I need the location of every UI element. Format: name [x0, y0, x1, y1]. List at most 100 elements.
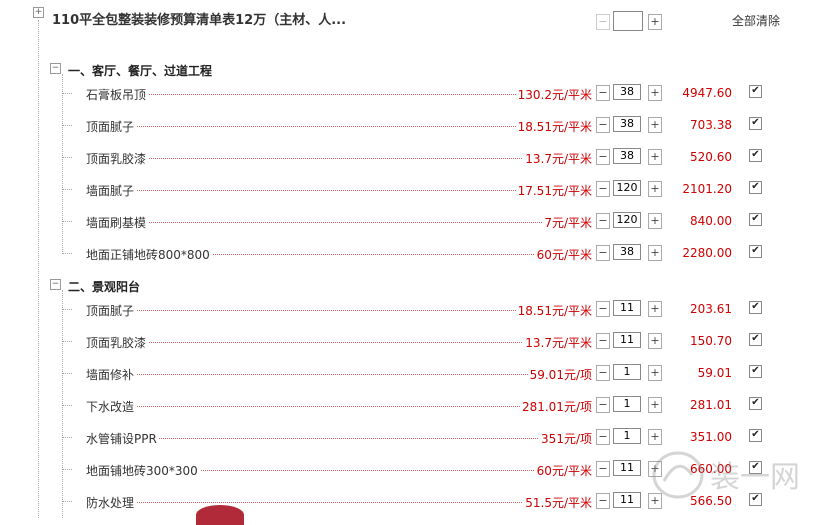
- item-total: 203.61: [690, 302, 732, 316]
- quantity-input[interactable]: [613, 116, 641, 132]
- budget-item-row: 顶面乳胶漆 13.7元/平米 − + 520.60 ✔: [0, 145, 828, 171]
- decrement-button[interactable]: −: [596, 85, 610, 101]
- item-total: 4947.60: [682, 86, 732, 100]
- leader-dots: [86, 222, 592, 223]
- watermark-logo: 装一网: [652, 451, 800, 499]
- increment-button[interactable]: +: [648, 117, 662, 133]
- tree-branch: [62, 405, 72, 406]
- quantity-input[interactable]: [613, 332, 641, 348]
- decrement-button[interactable]: −: [596, 365, 610, 381]
- tree-branch: [62, 373, 72, 374]
- item-name: 水管铺设PPR: [86, 430, 159, 447]
- tree-branch: [62, 501, 72, 502]
- collapse-toggle-icon[interactable]: −: [50, 279, 61, 290]
- tree-branch: [62, 125, 72, 126]
- quantity-input[interactable]: [613, 212, 641, 228]
- item-checkbox[interactable]: ✔: [749, 365, 762, 378]
- item-total: 281.01: [690, 398, 732, 412]
- item-checkbox[interactable]: ✔: [749, 301, 762, 314]
- increment-button[interactable]: +: [648, 333, 662, 349]
- budget-item-row: 墙面腻子 17.51元/平米 − + 2101.20 ✔: [0, 177, 828, 203]
- decrement-button[interactable]: −: [596, 333, 610, 349]
- item-name: 墙面刷基模: [86, 214, 149, 231]
- header-increment-button[interactable]: +: [648, 14, 662, 30]
- quantity-input[interactable]: [613, 428, 641, 444]
- item-name: 防水处理: [86, 494, 137, 511]
- item-checkbox[interactable]: ✔: [749, 397, 762, 410]
- quantity-input[interactable]: [613, 148, 641, 164]
- item-unit-price: 13.7元/平米: [523, 334, 592, 351]
- decrement-button[interactable]: −: [596, 397, 610, 413]
- item-unit-price: 59.01元/项: [527, 366, 592, 383]
- item-checkbox[interactable]: ✔: [749, 245, 762, 258]
- quantity-input[interactable]: [613, 244, 641, 260]
- page-title: 110平全包整装装修预算清单表12万（主材、人...: [52, 13, 347, 28]
- decorative-red-shape: [196, 505, 244, 525]
- budget-item-row: 石膏板吊顶 130.2元/平米 − + 4947.60 ✔: [0, 81, 828, 107]
- quantity-input[interactable]: [613, 300, 641, 316]
- expand-toggle-icon[interactable]: +: [33, 7, 44, 18]
- quantity-input[interactable]: [613, 492, 641, 508]
- quantity-input[interactable]: [613, 180, 641, 196]
- decrement-button[interactable]: −: [596, 493, 610, 509]
- item-unit-price: 51.5元/平米: [523, 494, 592, 511]
- tree-branch: [62, 253, 72, 254]
- header-quantity-input[interactable]: [613, 11, 643, 31]
- collapse-toggle-icon[interactable]: −: [50, 63, 61, 74]
- watermark-text: 装一网: [710, 460, 800, 495]
- item-name: 墙面修补: [86, 366, 137, 383]
- decrement-button[interactable]: −: [596, 461, 610, 477]
- quantity-input[interactable]: [613, 364, 641, 380]
- decrement-button[interactable]: −: [596, 117, 610, 133]
- budget-item-row: 顶面腻子 18.51元/平米 − + 703.38 ✔: [0, 113, 828, 139]
- item-checkbox[interactable]: ✔: [749, 429, 762, 442]
- increment-button[interactable]: +: [648, 85, 662, 101]
- increment-button[interactable]: +: [648, 245, 662, 261]
- item-unit-price: 18.51元/平米: [515, 302, 592, 319]
- item-unit-price: 351元/项: [539, 430, 592, 447]
- increment-button[interactable]: +: [648, 365, 662, 381]
- leader-dots: [86, 406, 592, 407]
- item-checkbox[interactable]: ✔: [749, 85, 762, 98]
- quantity-input[interactable]: [613, 84, 641, 100]
- decrement-button[interactable]: −: [596, 301, 610, 317]
- item-total: 520.60: [690, 150, 732, 164]
- tree-branch: [62, 93, 72, 94]
- tree-branch: [62, 469, 72, 470]
- increment-button[interactable]: +: [648, 181, 662, 197]
- item-checkbox[interactable]: ✔: [749, 117, 762, 130]
- item-unit-price: 60元/平米: [534, 462, 592, 479]
- item-name: 顶面乳胶漆: [86, 334, 149, 351]
- tree-branch: [62, 221, 72, 222]
- item-checkbox[interactable]: ✔: [749, 181, 762, 194]
- quantity-input[interactable]: [613, 460, 641, 476]
- item-checkbox[interactable]: ✔: [749, 213, 762, 226]
- item-name: 墙面腻子: [86, 182, 137, 199]
- item-checkbox[interactable]: ✔: [749, 149, 762, 162]
- increment-button[interactable]: +: [648, 149, 662, 165]
- budget-item-row: 墙面修补 59.01元/项 − + 59.01 ✔: [0, 361, 828, 387]
- tree-branch: [62, 157, 72, 158]
- increment-button[interactable]: +: [648, 397, 662, 413]
- item-total: 703.38: [690, 118, 732, 132]
- item-unit-price: 130.2元/平米: [515, 86, 592, 103]
- decrement-button[interactable]: −: [596, 213, 610, 229]
- header-decrement-button[interactable]: −: [596, 14, 610, 30]
- clear-all-button[interactable]: 全部清除: [732, 12, 780, 29]
- increment-button[interactable]: +: [648, 429, 662, 445]
- item-unit-price: 18.51元/平米: [515, 118, 592, 135]
- item-name: 石膏板吊顶: [86, 86, 149, 103]
- budget-item-row: 顶面腻子 18.51元/平米 − + 203.61 ✔: [0, 297, 828, 323]
- budget-item-row: 墙面刷基模 7元/平米 − + 840.00 ✔: [0, 209, 828, 235]
- increment-button[interactable]: +: [648, 213, 662, 229]
- item-name: 下水改造: [86, 398, 137, 415]
- decrement-button[interactable]: −: [596, 181, 610, 197]
- increment-button[interactable]: +: [648, 301, 662, 317]
- quantity-input[interactable]: [613, 396, 641, 412]
- item-total: 351.00: [690, 430, 732, 444]
- item-checkbox[interactable]: ✔: [749, 333, 762, 346]
- decrement-button[interactable]: −: [596, 149, 610, 165]
- decrement-button[interactable]: −: [596, 245, 610, 261]
- budget-item-row: 地面正铺地砖800*800 60元/平米 − + 2280.00 ✔: [0, 241, 828, 267]
- decrement-button[interactable]: −: [596, 429, 610, 445]
